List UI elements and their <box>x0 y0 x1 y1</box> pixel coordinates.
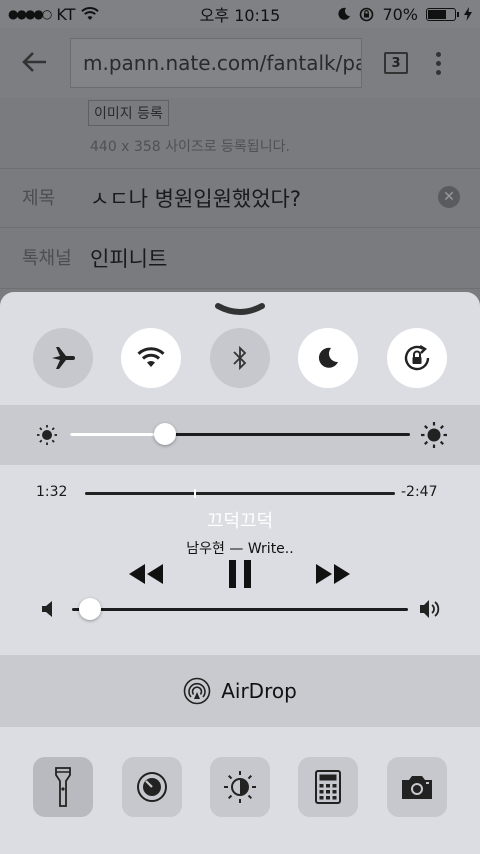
calculator-icon <box>315 770 341 804</box>
back-arrow-icon[interactable] <box>0 46 70 81</box>
url-field[interactable]: m.pann.nate.com/fantalk/pann <box>70 38 362 88</box>
airdrop-label: AirDrop <box>221 679 297 703</box>
bluetooth-toggle[interactable] <box>210 328 270 388</box>
image-upload-button[interactable]: 이미지 등록 <box>88 100 169 126</box>
volume-track[interactable] <box>72 608 408 611</box>
channel-value[interactable]: 인피니트 <box>90 243 167 273</box>
calculator-button[interactable] <box>298 757 358 817</box>
carrier-name: KT <box>56 4 76 24</box>
chevron-down-icon[interactable] <box>214 302 266 318</box>
flashlight-button[interactable] <box>33 757 93 817</box>
brightness-slider-knob[interactable] <box>154 423 177 445</box>
browser-toolbar: m.pann.nate.com/fantalk/pann 3 <box>0 28 480 98</box>
title-label: 제목 <box>22 188 56 209</box>
brightness-low-icon <box>37 425 57 445</box>
timer-icon <box>137 772 167 802</box>
bluetooth-icon <box>233 345 247 371</box>
brightness-track-filled <box>70 433 166 436</box>
pause-icon[interactable] <box>227 559 253 589</box>
wifi-status-icon <box>81 7 100 20</box>
toggle-row <box>0 328 480 394</box>
night-shift-button[interactable] <box>210 757 270 817</box>
playback-position[interactable] <box>193 489 196 498</box>
signal-strength: ●●●●○ <box>8 7 52 21</box>
control-center: 1:32 -2:47 끄덕끄덕 남우현 — Write.. AirDrop <box>0 292 480 854</box>
moon-status-icon <box>338 7 351 20</box>
remaining-time: -2:47 <box>401 484 438 500</box>
airplane-icon <box>52 347 75 369</box>
wifi-icon <box>137 347 165 367</box>
now-playing-panel: 1:32 -2:47 끄덕끄덕 남우현 — Write.. <box>0 465 480 655</box>
elapsed-time: 1:32 <box>36 484 68 500</box>
divider <box>0 227 480 228</box>
overflow-menu-icon[interactable] <box>436 51 441 75</box>
airplane-mode-toggle[interactable] <box>33 328 93 388</box>
do-not-disturb-toggle[interactable] <box>298 328 358 388</box>
status-time: 오후 10:15 <box>199 6 281 25</box>
page-content: 이미지 등록 440 x 358 사이즈로 등록됩니다. 제목 ㅅㄷ나 병원입원… <box>0 98 480 293</box>
volume-high-icon <box>420 600 440 618</box>
title-input[interactable]: ㅅㄷ나 병원입원했었다? <box>90 183 301 213</box>
timer-button[interactable] <box>122 757 182 817</box>
clear-icon[interactable]: ✕ <box>438 186 460 208</box>
divider <box>0 168 480 169</box>
divider <box>0 288 480 289</box>
night-shift-icon <box>224 771 256 803</box>
playback-scrubber[interactable] <box>85 492 395 495</box>
brightness-high-icon <box>421 422 447 448</box>
battery-icon <box>426 7 459 21</box>
channel-label: 톡채널 <box>22 248 72 269</box>
volume-low-icon <box>42 601 52 617</box>
airdrop-icon <box>183 677 211 705</box>
wifi-toggle[interactable] <box>121 328 181 388</box>
camera-icon <box>402 776 432 799</box>
rewind-icon[interactable] <box>127 562 165 586</box>
charging-icon <box>464 7 472 21</box>
camera-button[interactable] <box>387 757 447 817</box>
battery-percent: 70% <box>382 4 418 24</box>
brightness-panel <box>0 405 480 465</box>
volume-slider-knob[interactable] <box>78 598 101 620</box>
song-title: 끄덕끄덕 <box>206 511 274 532</box>
artist-name: 남우현 — Write.. <box>186 541 294 557</box>
status-bar: ●●●●○ KT 오후 10:15 70% <box>0 0 480 28</box>
tab-switcher-button[interactable]: 3 <box>384 52 408 74</box>
rotation-lock-icon <box>404 344 430 371</box>
rotation-lock-status-icon <box>360 7 374 21</box>
rotation-lock-toggle[interactable] <box>387 328 447 388</box>
fast-forward-icon[interactable] <box>314 562 352 586</box>
moon-icon <box>318 347 338 368</box>
airdrop-button[interactable]: AirDrop <box>0 655 480 727</box>
flashlight-icon <box>55 767 71 807</box>
shortcut-row <box>0 757 480 819</box>
image-size-note: 440 x 358 사이즈로 등록됩니다. <box>90 139 290 155</box>
